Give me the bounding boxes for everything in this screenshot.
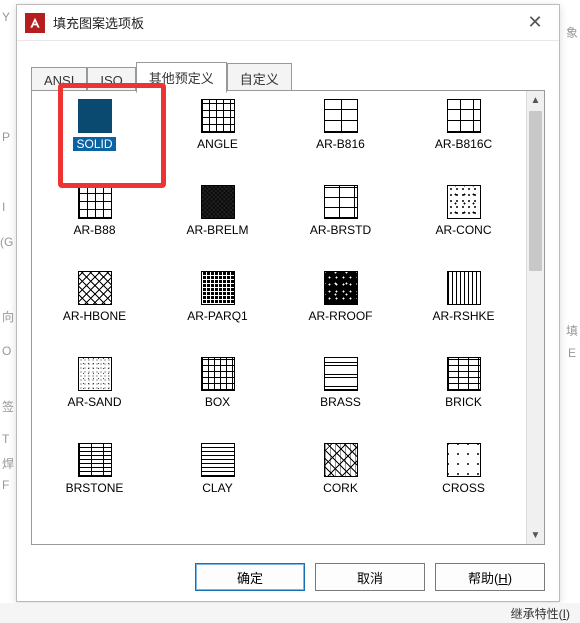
pattern-swatch-icon <box>447 271 481 305</box>
pattern-label: AR-B816 <box>316 137 365 151</box>
dialog-button-row: 确定 取消 帮助(H) <box>17 563 559 591</box>
footer-strip: 继承特性(I) <box>0 603 580 623</box>
close-button[interactable]: ✕ <box>517 9 553 37</box>
pattern-label: AR-B88 <box>73 223 115 237</box>
pattern-swatch-icon <box>324 357 358 391</box>
scroll-up-arrow-icon[interactable]: ▲ <box>527 91 544 109</box>
pattern-item-cork[interactable]: CORK <box>291 443 391 495</box>
pattern-grid-wrap: SOLID ANGLE AR-B816 AR-B816C AR-B88 AR-BRELM A… <box>32 91 526 544</box>
tab-其他预定义[interactable]: 其他预定义 <box>136 62 227 93</box>
pattern-item-ar-rroof[interactable]: AR-RROOF <box>291 271 391 323</box>
pattern-swatch-icon <box>201 271 235 305</box>
pattern-swatch-icon <box>447 99 481 133</box>
pattern-swatch-icon <box>447 357 481 391</box>
pattern-label: AR-PARQ1 <box>187 309 247 323</box>
titlebar: 填充图案选项板 ✕ <box>17 5 559 41</box>
pattern-item-brstone[interactable]: BRSTONE <box>45 443 145 495</box>
pattern-swatch-icon <box>324 99 358 133</box>
tab-自定义[interactable]: 自定义 <box>227 63 292 93</box>
scrollbar-vertical[interactable]: ▲ ▼ <box>526 91 544 544</box>
pattern-item-ar-b88[interactable]: AR-B88 <box>45 185 145 237</box>
pattern-swatch-icon <box>201 99 235 133</box>
inherit-properties-label[interactable]: 继承特性(I) <box>511 605 570 622</box>
pattern-label: BRASS <box>320 395 361 409</box>
pattern-item-ar-parq1[interactable]: AR-PARQ1 <box>168 271 268 323</box>
pattern-swatch-icon <box>78 443 112 477</box>
pattern-swatch-icon <box>201 443 235 477</box>
pattern-label: ANGLE <box>197 137 238 151</box>
pattern-item-ar-sand[interactable]: AR-SAND <box>45 357 145 409</box>
pattern-swatch-icon <box>78 271 112 305</box>
dialog-title: 填充图案选项板 <box>53 13 144 32</box>
ok-button-label: 确定 <box>237 568 263 587</box>
scroll-thumb[interactable] <box>529 111 542 271</box>
pattern-item-cross[interactable]: CROSS <box>414 443 514 495</box>
pattern-label: AR-RSHKE <box>432 309 494 323</box>
pattern-label: AR-HBONE <box>63 309 126 323</box>
pattern-label: CLAY <box>202 481 232 495</box>
pattern-swatch-icon <box>324 185 358 219</box>
pattern-item-brick[interactable]: BRICK <box>414 357 514 409</box>
pattern-item-clay[interactable]: CLAY <box>168 443 268 495</box>
pattern-label: AR-RROOF <box>309 309 373 323</box>
pattern-swatch-icon <box>447 185 481 219</box>
pattern-item-ar-hbone[interactable]: AR-HBONE <box>45 271 145 323</box>
tab-strip: ANSIISO其他预定义自定义 <box>17 41 559 92</box>
ok-button[interactable]: 确定 <box>195 563 305 591</box>
pattern-label: AR-BRSTD <box>310 223 371 237</box>
pattern-label: AR-BRELM <box>186 223 248 237</box>
close-icon: ✕ <box>527 12 542 33</box>
help-button[interactable]: 帮助(H) <box>435 563 545 591</box>
cancel-button-label: 取消 <box>357 568 383 587</box>
cancel-button[interactable]: 取消 <box>315 563 425 591</box>
pattern-swatch-icon <box>324 271 358 305</box>
pattern-label: AR-B816C <box>435 137 492 151</box>
pattern-label: CROSS <box>442 481 485 495</box>
pattern-grid: SOLID ANGLE AR-B816 AR-B816C AR-B88 AR-BRELM A… <box>36 99 522 495</box>
pattern-swatch-icon <box>324 443 358 477</box>
pattern-item-box[interactable]: BOX <box>168 357 268 409</box>
scroll-down-arrow-icon[interactable]: ▼ <box>527 526 544 544</box>
pattern-swatch-icon <box>447 443 481 477</box>
pattern-item-ar-brstd[interactable]: AR-BRSTD <box>291 185 391 237</box>
autocad-app-icon <box>25 13 45 33</box>
pattern-item-solid[interactable]: SOLID <box>45 99 145 151</box>
pattern-label: CORK <box>323 481 358 495</box>
pattern-label: AR-CONC <box>436 223 492 237</box>
pattern-swatch-icon <box>78 99 112 133</box>
pattern-label: AR-SAND <box>67 395 121 409</box>
pattern-item-ar-rshke[interactable]: AR-RSHKE <box>414 271 514 323</box>
help-button-label: 帮助(H) <box>468 568 512 587</box>
pattern-label: SOLID <box>73 137 115 151</box>
pattern-label: BOX <box>205 395 230 409</box>
pattern-item-ar-conc[interactable]: AR-CONC <box>414 185 514 237</box>
pattern-swatch-icon <box>78 185 112 219</box>
pattern-label: BRSTONE <box>66 481 124 495</box>
hatch-pattern-palette-dialog: 填充图案选项板 ✕ ANSIISO其他预定义自定义 SOLID ANGLE AR-B… <box>16 4 560 602</box>
pattern-swatch-icon <box>201 357 235 391</box>
pattern-swatch-icon <box>78 357 112 391</box>
pattern-item-ar-b816c[interactable]: AR-B816C <box>414 99 514 151</box>
pattern-item-angle[interactable]: ANGLE <box>168 99 268 151</box>
pattern-swatch-icon <box>201 185 235 219</box>
pattern-label: BRICK <box>445 395 482 409</box>
pattern-item-brass[interactable]: BRASS <box>291 357 391 409</box>
pattern-pane: SOLID ANGLE AR-B816 AR-B816C AR-B88 AR-BRELM A… <box>31 90 545 545</box>
pattern-item-ar-brelm[interactable]: AR-BRELM <box>168 185 268 237</box>
pattern-item-ar-b816[interactable]: AR-B816 <box>291 99 391 151</box>
